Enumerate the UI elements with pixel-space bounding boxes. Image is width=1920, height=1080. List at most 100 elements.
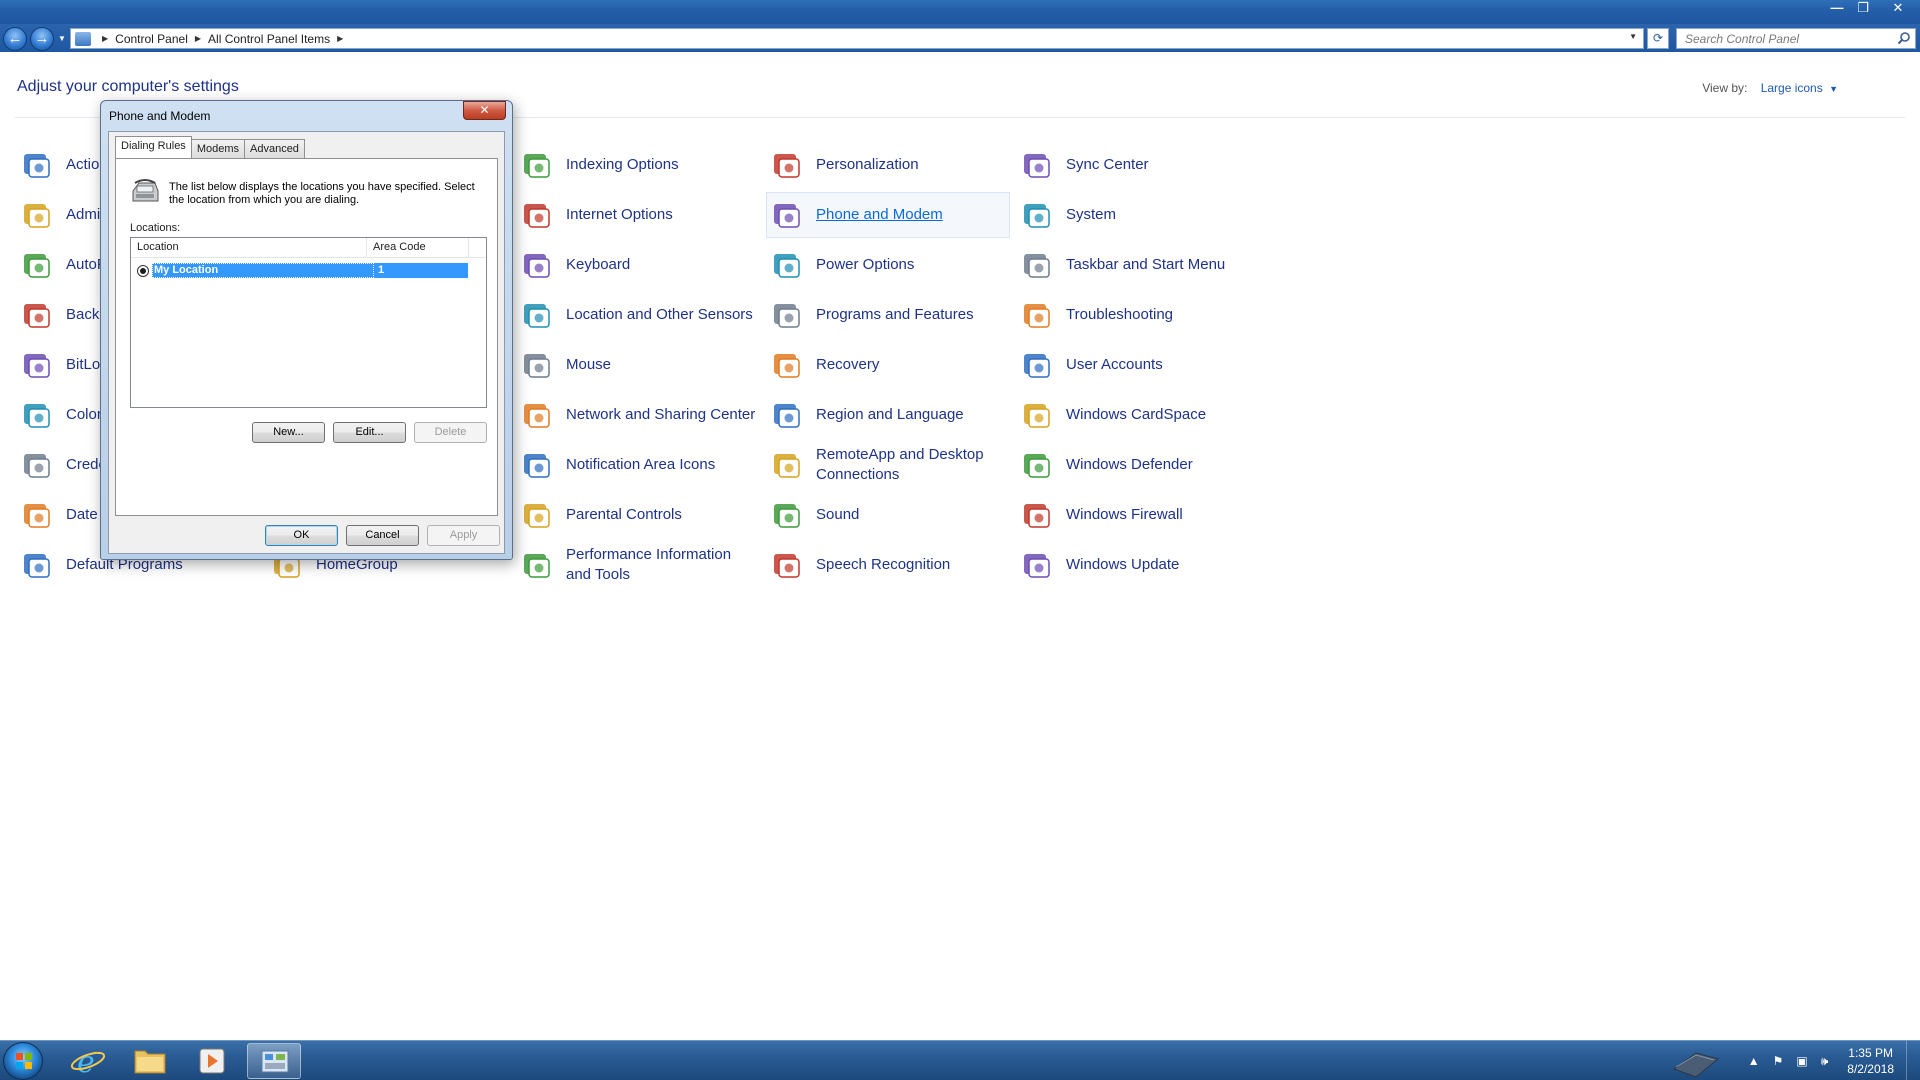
sound-icon: [774, 504, 800, 528]
cp-item-label: Mouse: [566, 356, 612, 373]
control-panel-icon: [261, 1050, 289, 1073]
cp-item-windows-defender[interactable]: Windows Defender: [1016, 442, 1260, 488]
cp-item-region-and-language[interactable]: Region and Language: [766, 392, 1010, 438]
dialog-close-button[interactable]: ✕: [463, 101, 506, 120]
breadcrumb-separator[interactable]: ▶: [337, 34, 343, 43]
dialog-body: Dialing Rules Modems Advanced The list b…: [108, 131, 505, 554]
cp-item-parental-controls[interactable]: Parental Controls: [516, 492, 760, 538]
cp-item-phone-and-modem[interactable]: Phone and Modem: [766, 192, 1010, 238]
system-tray: ▲ ⚑ ▣ 🕪 1:35 PM 8/2/2018: [1748, 1041, 1920, 1080]
column-location[interactable]: Location: [131, 238, 367, 257]
view-by-dropdown[interactable]: Large icons: [1761, 81, 1823, 95]
edit-button[interactable]: Edit...: [333, 422, 406, 443]
search-box[interactable]: [1676, 28, 1916, 49]
network-sharing-icon: [524, 404, 550, 428]
taskbar-windows-explorer[interactable]: [123, 1043, 177, 1079]
cp-item-personalization[interactable]: Personalization: [766, 142, 1010, 188]
search-input[interactable]: [1677, 29, 1887, 48]
selected-row[interactable]: My Location 1: [152, 263, 468, 278]
breadcrumb-separator[interactable]: ▶: [195, 34, 201, 43]
clock-time: 1:35 PM: [1848, 1046, 1893, 1060]
start-button[interactable]: [3, 1042, 43, 1080]
show-hidden-icons-icon[interactable]: ▲: [1748, 1054, 1760, 1068]
close-button[interactable]: ✕: [1876, 0, 1920, 18]
delete-button[interactable]: Delete: [414, 422, 487, 443]
selected-location-radio[interactable]: [137, 264, 149, 277]
taskbar-media-player[interactable]: [185, 1043, 239, 1079]
chevron-down-icon[interactable]: ▼: [1829, 84, 1838, 94]
forward-button[interactable]: →: [30, 27, 54, 51]
cp-item-windows-cardspace[interactable]: Windows CardSpace: [1016, 392, 1260, 438]
cp-item-system[interactable]: System: [1016, 192, 1260, 238]
cp-item-power-options[interactable]: Power Options: [766, 242, 1010, 288]
list-item[interactable]: My Location 1: [137, 263, 468, 278]
svg-text:e: e: [77, 1045, 95, 1079]
action-center-flag-icon[interactable]: ⚑: [1773, 1054, 1784, 1068]
breadcrumb-control-panel[interactable]: Control Panel: [115, 32, 188, 46]
refresh-button[interactable]: ⟳: [1647, 28, 1669, 49]
location-sensors-icon: [524, 304, 550, 328]
cp-item-remoteapp-and-desktop-connections[interactable]: RemoteApp and Desktop Connections: [766, 442, 1010, 488]
cp-item-keyboard[interactable]: Keyboard: [516, 242, 760, 288]
cp-item-mouse[interactable]: Mouse: [516, 342, 760, 388]
recovery-icon: [774, 354, 800, 378]
cp-item-network-and-sharing-center[interactable]: Network and Sharing Center: [516, 392, 760, 438]
view-by: View by: Large icons ▼: [1702, 81, 1838, 95]
cancel-button[interactable]: Cancel: [346, 525, 419, 546]
tab-advanced[interactable]: Advanced: [244, 139, 305, 158]
ok-button[interactable]: OK: [265, 525, 338, 546]
cp-item-label: Phone and Modem: [816, 206, 943, 223]
volume-icon[interactable]: 🕪: [1821, 1054, 1829, 1069]
locations-list[interactable]: Location Area Code My Location 1: [130, 237, 487, 408]
minimize-button[interactable]: —: [1824, 0, 1850, 18]
cp-item-speech-recognition[interactable]: Speech Recognition: [766, 542, 1010, 588]
cp-item-label: Performance Information and Tools: [566, 546, 732, 583]
cp-item-internet-options[interactable]: Internet Options: [516, 192, 760, 238]
view-by-label: View by:: [1702, 81, 1748, 95]
back-button[interactable]: ←: [3, 27, 27, 51]
new-button[interactable]: New...: [252, 422, 325, 443]
cp-item-recovery[interactable]: Recovery: [766, 342, 1010, 388]
window-controls: — ❐ ✕: [1824, 0, 1920, 20]
dialing-rules-panel: The list below displays the locations yo…: [115, 158, 498, 516]
cp-item-taskbar-and-start-menu[interactable]: Taskbar and Start Menu: [1016, 242, 1260, 288]
cp-item-user-accounts[interactable]: User Accounts: [1016, 342, 1260, 388]
clock[interactable]: 1:35 PM 8/2/2018: [1847, 1045, 1894, 1077]
tab-dialing-rules[interactable]: Dialing Rules: [115, 136, 192, 158]
taskbar: e ▲ ⚑ ▣ 🕪 1:35 PM 8/2/2018: [0, 1040, 1920, 1080]
address-bar[interactable]: ▶ Control Panel ▶ All Control Panel Item…: [70, 28, 1644, 49]
taskbar-control-panel[interactable]: [247, 1043, 301, 1079]
cp-item-sync-center[interactable]: Sync Center: [1016, 142, 1260, 188]
cp-item-troubleshooting[interactable]: Troubleshooting: [1016, 292, 1260, 338]
search-icon[interactable]: [1897, 31, 1911, 45]
date-time-icon: [24, 504, 50, 528]
dialog-tabs: Dialing Rules Modems Advanced: [115, 136, 305, 158]
control-panel-icon: [75, 31, 91, 46]
column-area-code[interactable]: Area Code: [367, 238, 469, 257]
cp-item-label: Sync Center: [1066, 156, 1149, 173]
breadcrumb-all-items[interactable]: All Control Panel Items: [208, 32, 330, 46]
cp-item-windows-update[interactable]: Windows Update: [1016, 542, 1260, 588]
cp-item-label: Windows CardSpace: [1066, 406, 1207, 423]
address-dropdown-icon[interactable]: ▼: [1629, 32, 1637, 41]
breadcrumb-separator[interactable]: ▶: [102, 34, 108, 43]
cp-item-location-and-other-sensors[interactable]: Location and Other Sensors: [516, 292, 760, 338]
maximize-button[interactable]: ❐: [1850, 0, 1876, 18]
apply-button[interactable]: Apply: [427, 525, 500, 546]
keyboard-icon: [524, 254, 550, 278]
internet-explorer-icon: e: [70, 1045, 106, 1080]
cp-item-programs-and-features[interactable]: Programs and Features: [766, 292, 1010, 338]
show-desktop-button[interactable]: [1906, 1041, 1920, 1080]
network-icon[interactable]: ▣: [1796, 1054, 1807, 1068]
tab-modems[interactable]: Modems: [190, 139, 245, 158]
cp-item-windows-firewall[interactable]: Windows Firewall: [1016, 492, 1260, 538]
cp-item-performance-information-and-tools[interactable]: Performance Information and Tools: [516, 542, 760, 588]
location-name: My Location: [152, 263, 374, 278]
cp-item-label: User Accounts: [1066, 356, 1163, 373]
phone-icon: [132, 179, 159, 202]
taskbar-internet-explorer[interactable]: e: [61, 1043, 115, 1080]
recent-pages-dropdown[interactable]: ▼: [58, 34, 66, 43]
cp-item-sound[interactable]: Sound: [766, 492, 1010, 538]
cp-item-notification-area-icons[interactable]: Notification Area Icons: [516, 442, 760, 488]
cp-item-indexing-options[interactable]: Indexing Options: [516, 142, 760, 188]
